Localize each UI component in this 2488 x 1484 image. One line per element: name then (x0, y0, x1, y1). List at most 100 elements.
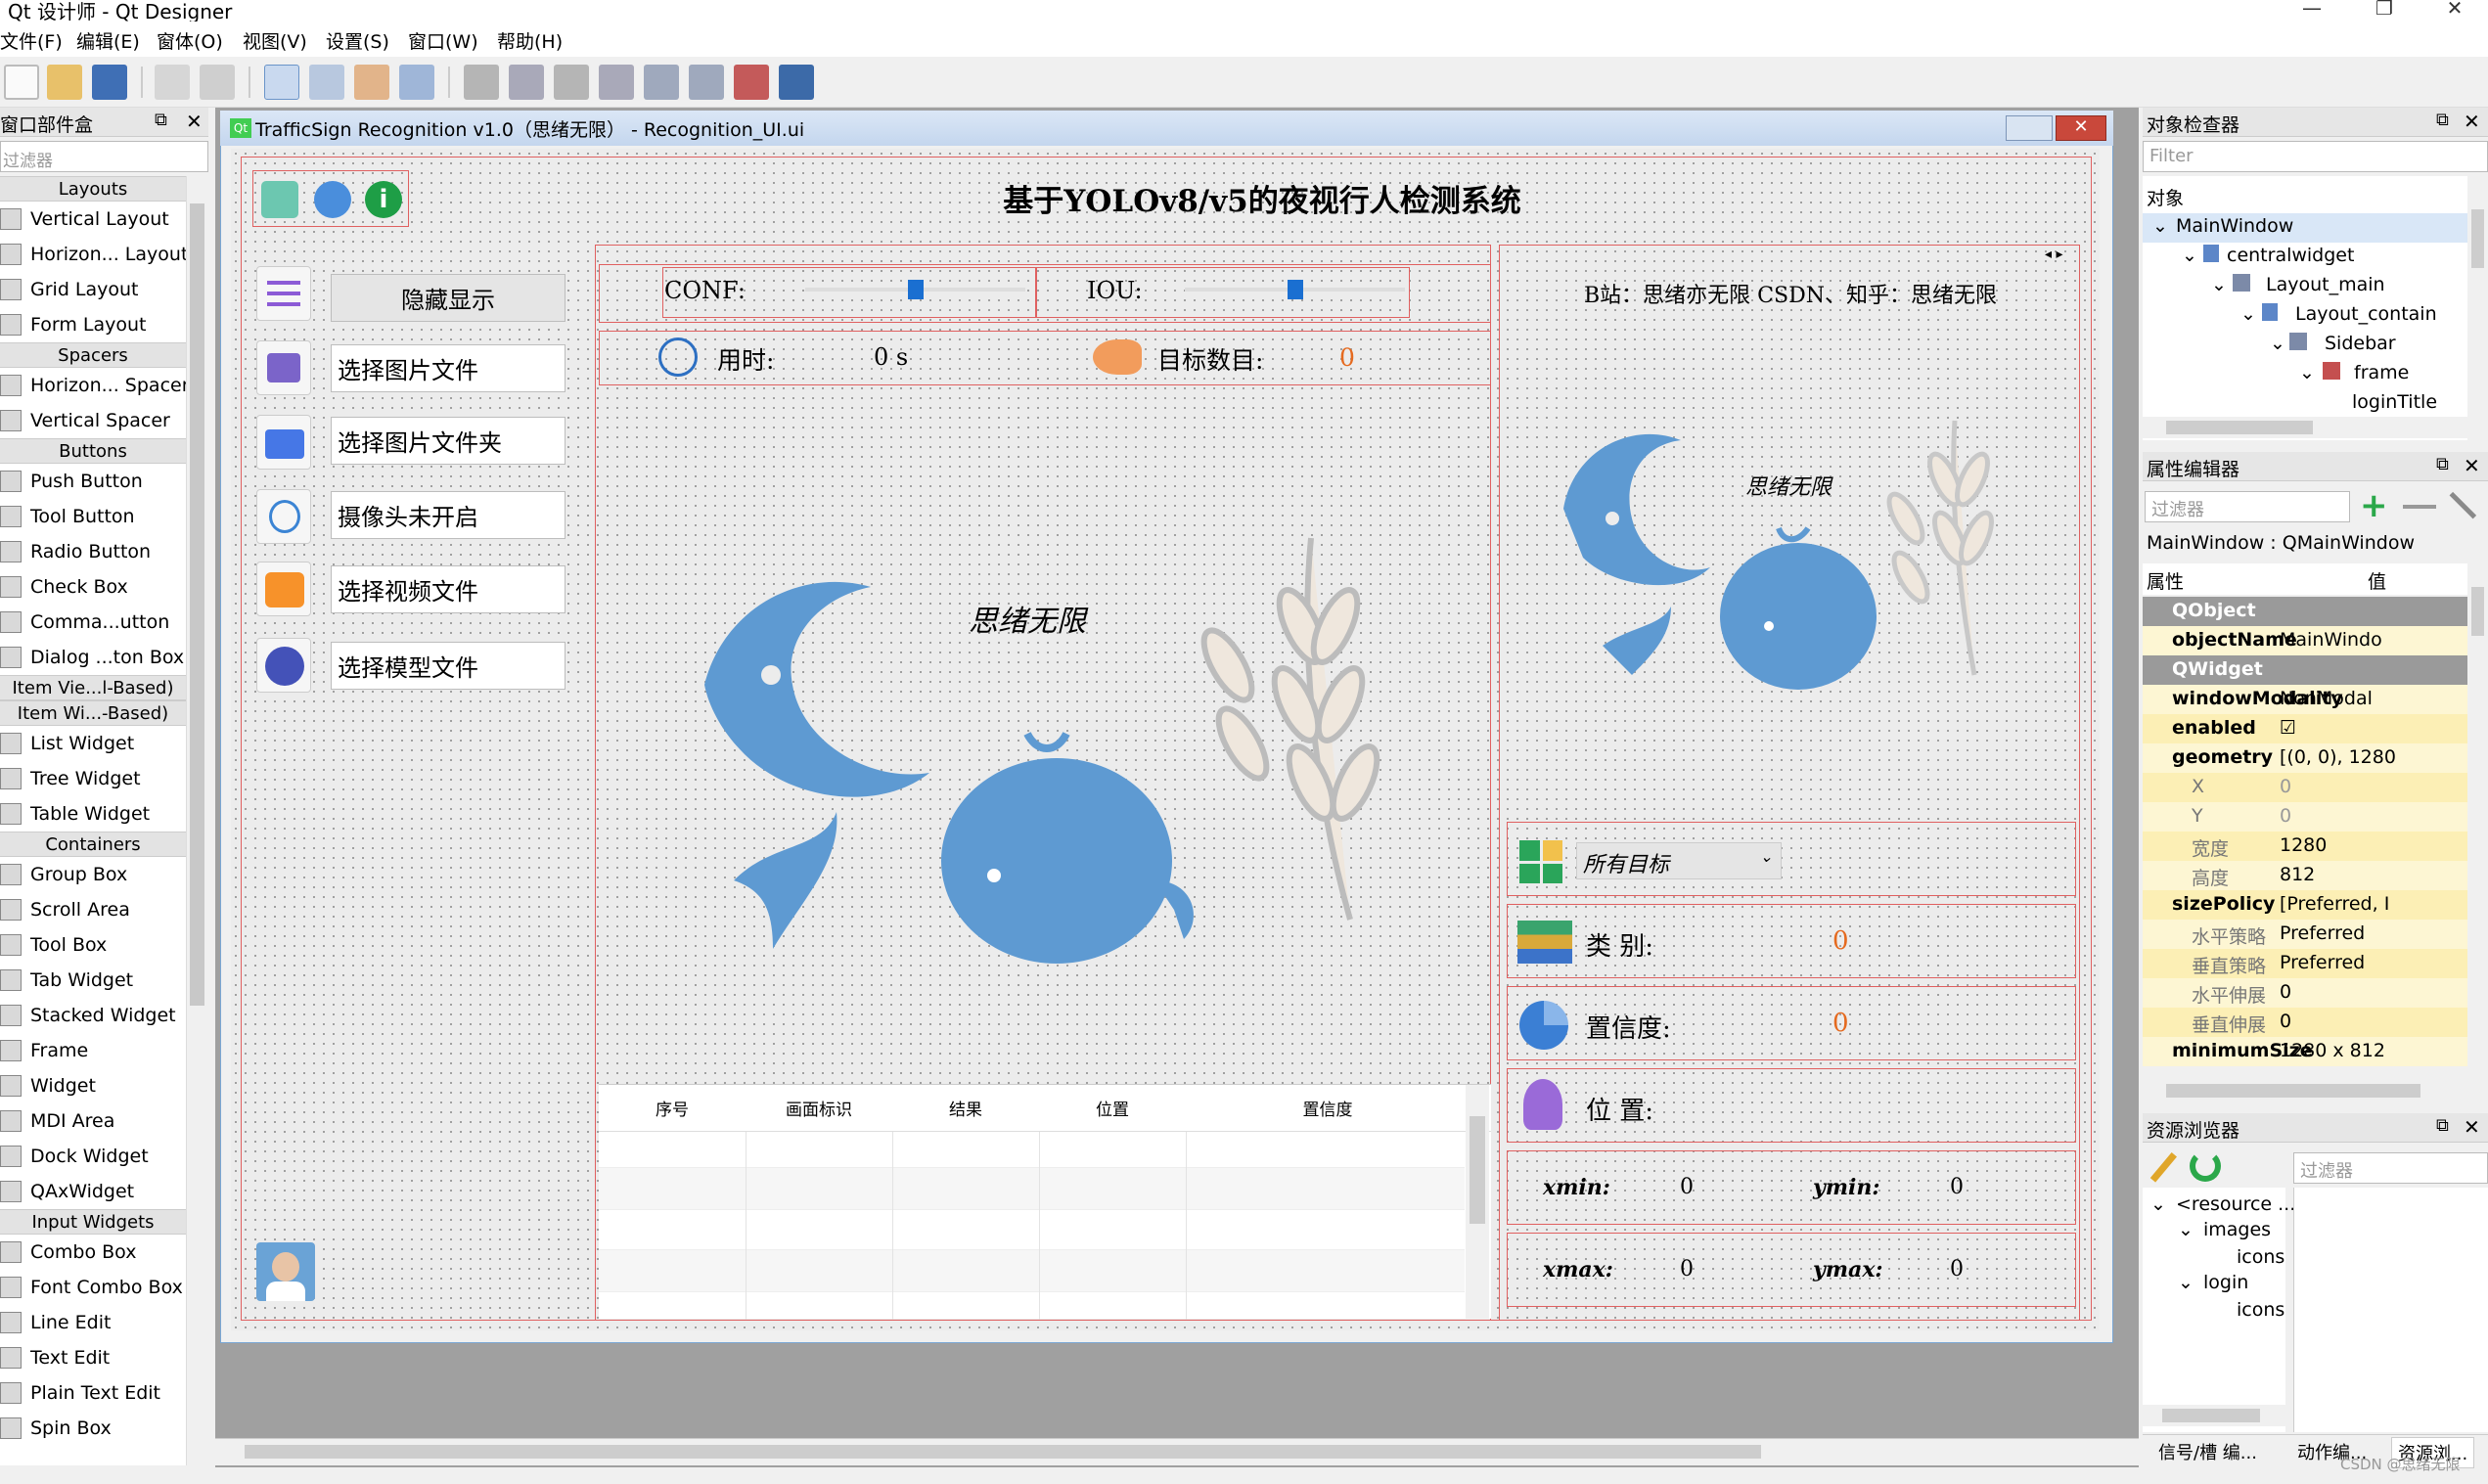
float-icon[interactable]: ⧉ (2436, 1115, 2449, 1136)
camera-button[interactable]: 摄像头未开启 (331, 491, 565, 539)
property-value[interactable]: [Preferred, I (2280, 893, 2465, 915)
widget-item[interactable]: MDI Area (0, 1103, 186, 1139)
edit-signals-icon[interactable] (309, 65, 344, 100)
refresh-icon[interactable] (2190, 1150, 2221, 1182)
menu-settings[interactable]: 设置(S) (326, 27, 389, 54)
close-icon[interactable]: ✕ (2464, 1115, 2480, 1139)
conf-slider[interactable] (805, 280, 1025, 299)
edit-widgets-icon[interactable] (264, 65, 299, 100)
property-value[interactable]: NonModal (2280, 688, 2465, 709)
close-icon[interactable]: ✕ (2464, 454, 2480, 477)
form-minimize-icon[interactable] (2006, 115, 2053, 141)
property-row[interactable]: Y0 (2143, 802, 2467, 832)
menu-file[interactable]: 文件(F) (0, 27, 63, 54)
widget-category[interactable]: Containers (0, 832, 186, 857)
widget-item[interactable]: Tool Box (0, 927, 186, 963)
select-folder-button[interactable]: 选择图片文件夹 (331, 417, 565, 465)
widget-item[interactable]: Radio Button (0, 534, 186, 569)
layout-horizontal-icon[interactable] (464, 65, 499, 100)
widget-category[interactable]: Buttons (0, 438, 186, 464)
result-table[interactable]: 序号 画面标识 结果 位置 置信度 (599, 1084, 1491, 1320)
property-value[interactable]: 812 (2280, 864, 2465, 885)
break-layout-icon[interactable] (734, 65, 769, 100)
tree-item[interactable]: Layout_contain (2295, 303, 2437, 325)
model-icon[interactable] (256, 638, 311, 693)
float-icon[interactable]: ⧉ (2436, 110, 2449, 130)
save-icon[interactable] (261, 181, 298, 218)
video-icon[interactable] (256, 562, 311, 616)
property-value[interactable]: ☑ (2280, 717, 2465, 739)
user-icon[interactable] (314, 181, 351, 218)
widget-item[interactable]: Horizon... Spacer (0, 368, 186, 403)
widget-item[interactable]: Check Box (0, 569, 186, 605)
property-value[interactable]: MainWindo (2280, 629, 2465, 651)
tree-item[interactable]: frame (2354, 362, 2409, 383)
property-row[interactable]: 垂直策略 Preferred (2143, 949, 2467, 978)
widget-item[interactable]: Text Edit (0, 1340, 186, 1375)
close-icon[interactable]: ✕ (2464, 110, 2480, 133)
layout-form-icon[interactable] (689, 65, 724, 100)
widget-item[interactable]: Comma...utton (0, 605, 186, 640)
widget-item[interactable]: Plain Text Edit (0, 1375, 186, 1411)
property-value[interactable]: 0 (2280, 1011, 2465, 1032)
property-value[interactable]: 0 (2280, 776, 2465, 797)
widget-item[interactable]: List Widget (0, 726, 186, 761)
widget-item[interactable]: Table Widget (0, 796, 186, 832)
widget-item[interactable]: Stacked Widget (0, 998, 186, 1033)
tab-scroll-arrows[interactable]: ◂ ▸ (2045, 247, 2063, 262)
minimize-icon[interactable]: — (2289, 0, 2334, 20)
tree-item[interactable]: Sidebar (2325, 333, 2396, 354)
resource-item[interactable]: images (2203, 1219, 2271, 1240)
resource-filter-input[interactable]: 过滤器 (2293, 1152, 2488, 1184)
widget-item[interactable]: QAxWidget (0, 1174, 186, 1209)
widget-item[interactable]: Vertical Layout (0, 202, 186, 237)
close-icon[interactable]: ✕ (2432, 0, 2477, 20)
widget-item[interactable]: Form Layout (0, 307, 186, 342)
resource-item[interactable]: <resource ... (2176, 1193, 2295, 1215)
col-result[interactable]: 结果 (892, 1096, 1039, 1120)
property-section[interactable]: QWidget (2143, 655, 2467, 685)
close-icon[interactable]: ✕ (186, 110, 203, 133)
widget-category[interactable]: Item Wi...-Based) (0, 700, 186, 726)
property-value[interactable]: 1280 x 812 (2280, 1040, 2465, 1061)
tree-item[interactable]: Layout_main (2266, 274, 2385, 295)
layout-h-splitter-icon[interactable] (554, 65, 589, 100)
col-confidence[interactable]: 置信度 (1186, 1096, 1470, 1120)
property-row[interactable]: 宽度 1280 (2143, 832, 2467, 861)
iou-slider[interactable] (1185, 280, 1405, 299)
mdi-horizontal-scrollbar[interactable] (215, 1438, 2139, 1465)
property-row[interactable]: 垂直伸展 0 (2143, 1008, 2467, 1037)
widget-filter-input[interactable]: 过滤器 (0, 141, 208, 172)
property-value[interactable]: [(0, 0), 1280 (2280, 746, 2465, 768)
add-property-icon[interactable]: + (2360, 489, 2393, 522)
menu-view[interactable]: 视图(V) (243, 27, 307, 54)
remove-property-icon[interactable] (2403, 505, 2436, 509)
widget-item[interactable]: Combo Box (0, 1235, 186, 1270)
float-icon[interactable]: ⧉ (155, 110, 167, 130)
edit-buddies-icon[interactable] (354, 65, 389, 100)
widget-category[interactable]: Spacers (0, 342, 186, 368)
property-row[interactable]: objectName MainWindo (2143, 626, 2467, 655)
adjust-size-icon[interactable] (779, 65, 814, 100)
property-scrollbar[interactable] (2467, 563, 2488, 1082)
select-image-button[interactable]: 选择图片文件 (331, 344, 565, 392)
widget-item[interactable]: Group Box (0, 857, 186, 892)
resource-hscrollbar[interactable] (2143, 1405, 2285, 1426)
open-folder-icon[interactable] (47, 65, 82, 100)
property-row[interactable]: windowModality NonModal (2143, 685, 2467, 714)
property-value[interactable]: 1280 (2280, 834, 2465, 856)
widget-item[interactable]: Font Combo Box (0, 1270, 186, 1305)
layout-grid-icon[interactable] (644, 65, 679, 100)
property-row[interactable]: sizePolicy [Preferred, I (2143, 890, 2467, 920)
widget-item[interactable]: Vertical Spacer (0, 403, 186, 438)
scroll-thumb[interactable] (190, 203, 204, 1006)
table-row[interactable] (599, 1167, 1465, 1210)
col-index[interactable]: 序号 (599, 1096, 746, 1120)
widget-item[interactable]: Spin Box (0, 1411, 186, 1446)
edit-tab-order-icon[interactable] (399, 65, 434, 100)
menu-help[interactable]: 帮助(H) (497, 27, 563, 54)
toggle-display-button[interactable]: 隐藏显示 (331, 274, 565, 322)
menu-edit[interactable]: 编辑(E) (76, 27, 140, 54)
folder-icon[interactable] (256, 415, 311, 470)
property-section[interactable]: QObject (2143, 597, 2467, 626)
